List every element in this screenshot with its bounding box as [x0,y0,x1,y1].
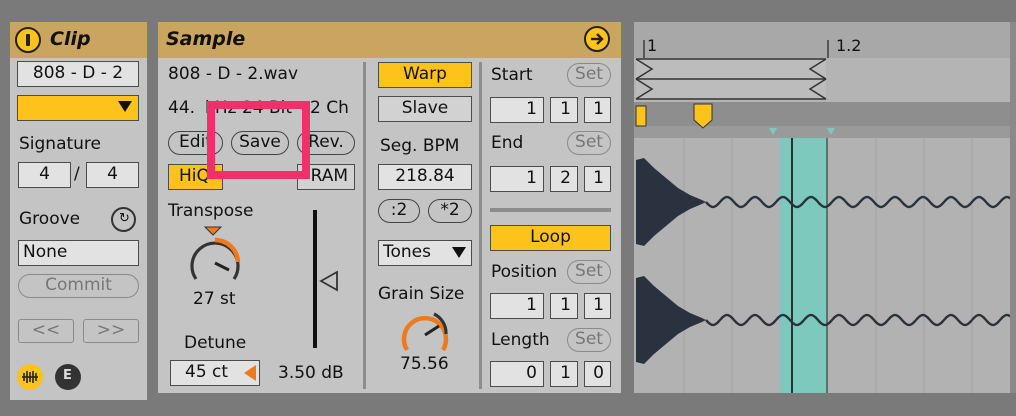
groove-hotswap-icon[interactable]: ↻ [111,207,136,232]
position-sixteenth-field[interactable]: 1 [584,293,611,319]
length-set-button[interactable]: Set [567,328,611,352]
sample-panel-header: Sample [158,22,621,58]
end-sixteenth-field[interactable]: 1 [584,166,611,192]
loop-button[interactable]: Loop [490,225,611,251]
sample-info-right: 2 Ch [310,98,349,118]
groove-value-field[interactable]: None [18,240,139,266]
end-set-button[interactable]: Set [567,131,611,155]
sample-panel-title: Sample [166,28,246,50]
signature-denominator-field[interactable]: 4 [86,162,139,188]
clip-name-field[interactable]: 808 - D - 2 [17,61,139,87]
start-set-button[interactable]: Set [567,63,611,87]
chevron-down-icon [118,101,132,112]
grain-size-knob[interactable] [396,304,454,358]
clip-color-dropdown[interactable] [17,95,139,121]
detune-label: Detune [184,333,247,353]
transpose-label: Transpose [168,201,254,221]
transpose-knob[interactable] [185,224,247,290]
sample-view-icon[interactable] [17,364,43,390]
length-bar-field[interactable]: 0 [490,361,544,387]
slave-button[interactable]: Slave [378,96,472,122]
envelope-view-icon[interactable]: E [55,364,81,390]
sample-editor: 1 1.2 [634,22,1016,393]
loop-divider [490,208,611,212]
start-bar-field[interactable]: 1 [490,97,544,123]
length-label: Length [491,330,550,350]
signature-numerator-field[interactable]: 4 [18,162,71,188]
ruler-label-1: 1 [647,36,658,55]
start-beat-field[interactable]: 1 [550,97,578,123]
grain-size-value: 75.56 [400,354,449,374]
start-sixteenth-field[interactable]: 1 [584,97,611,123]
end-beat-field[interactable]: 2 [550,166,578,192]
half-tempo-button[interactable]: :2 [378,199,420,223]
position-beat-field[interactable]: 1 [550,293,578,319]
gain-value: 3.50 dB [278,363,344,383]
signature-separator: / [74,164,80,184]
detune-marker-icon [244,365,256,381]
next-clip-button[interactable]: >> [83,319,139,343]
warp-mode-value: Tones [383,242,431,262]
gain-slider-track[interactable] [313,210,317,348]
seg-bpm-field[interactable]: 218.84 [378,164,472,190]
warp-mode-dropdown[interactable]: Tones [378,240,472,266]
sample-divider-1 [363,62,366,389]
end-label: End [491,133,524,153]
sample-divider-2 [479,62,482,389]
length-beat-field[interactable]: 1 [550,361,578,387]
clip-panel-title: Clip [50,28,91,50]
position-label: Position [491,262,558,282]
transpose-value: 27 st [193,289,236,309]
position-bar-field[interactable]: 1 [490,293,544,319]
editor-scroll-edge [1010,22,1016,393]
sample-filename: 808 - D - 2.wav [168,64,299,84]
chevron-down-icon [452,247,466,258]
sample-editor-canvas[interactable] [634,22,1016,393]
arrow-right-icon[interactable] [584,26,610,52]
ruler-label-1-2: 1.2 [836,36,862,55]
sample-info-left: 44. [168,98,196,118]
clip-activator-icon[interactable] [15,27,41,53]
length-sixteenth-field[interactable]: 0 [584,361,611,387]
start-label: Start [491,65,533,85]
groove-label: Groove [19,209,81,229]
signature-label: Signature [19,134,102,154]
highlight-box [207,101,310,179]
position-set-button[interactable]: Set [567,260,611,284]
commit-button[interactable]: Commit [18,274,139,298]
waveform-icon [22,371,38,383]
grain-size-label: Grain Size [378,284,465,304]
seg-bpm-label: Seg. BPM [380,136,460,156]
double-tempo-button[interactable]: *2 [428,199,472,223]
gain-slider-handle-icon[interactable] [319,270,339,292]
previous-clip-button[interactable]: << [18,319,74,343]
clip-panel-header: Clip [10,22,147,58]
end-bar-field[interactable]: 1 [490,166,544,192]
warp-button[interactable]: Warp [378,62,472,88]
